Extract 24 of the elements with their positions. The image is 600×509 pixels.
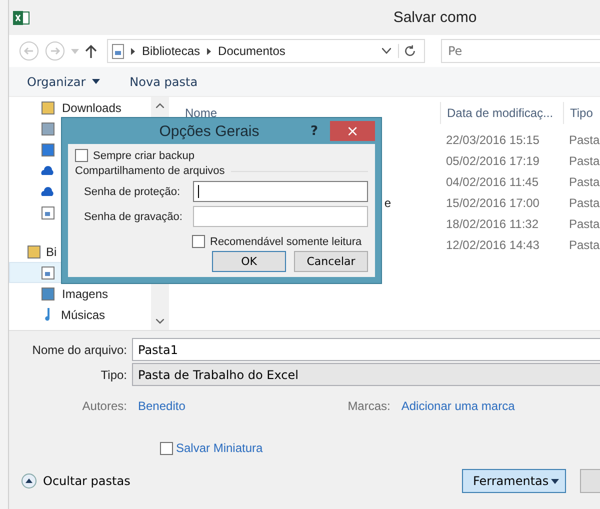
group-label: Compartilhamento de arquivos	[75, 165, 225, 177]
type-cell-text: Pasta	[568, 196, 600, 210]
window-title: Salvar como	[392, 9, 478, 26]
field-label: Tipo:	[100, 368, 128, 382]
field-label: Marcas:	[346, 399, 392, 413]
checkbox-label: Recomendável somente leitura	[210, 236, 362, 248]
date-cell-text: 18/02/2016 11:32	[445, 216, 540, 230]
dialog-title: Opções Gerais	[158, 122, 260, 140]
field-label: Senha de proteção:	[84, 186, 182, 198]
type-cell-text: Pasta	[568, 216, 600, 230]
field-label: Nome do arquivo:	[31, 342, 128, 356]
type-cell-text: Pasta	[568, 174, 600, 188]
date-cell-text: 05/02/2016 17:19	[445, 154, 540, 168]
type-cell-text: Pasta	[568, 238, 600, 252]
date-cell-text: 12/02/2016 14:43	[445, 238, 540, 252]
file-name: e	[383, 196, 392, 210]
date-cell-text: 04/02/2016 11:45	[445, 174, 540, 188]
field-label: Autores:	[81, 399, 128, 413]
field-label: Senha de gravação:	[84, 210, 184, 222]
checkbox-label: Sempre criar backup	[93, 150, 194, 162]
date-cell-text: 22/03/2016 15:15	[445, 132, 540, 146]
type-cell-text: Pasta	[568, 154, 600, 168]
type-cell-text: Pasta	[568, 132, 600, 146]
date-cell-text: 15/02/2016 17:00	[445, 196, 540, 210]
